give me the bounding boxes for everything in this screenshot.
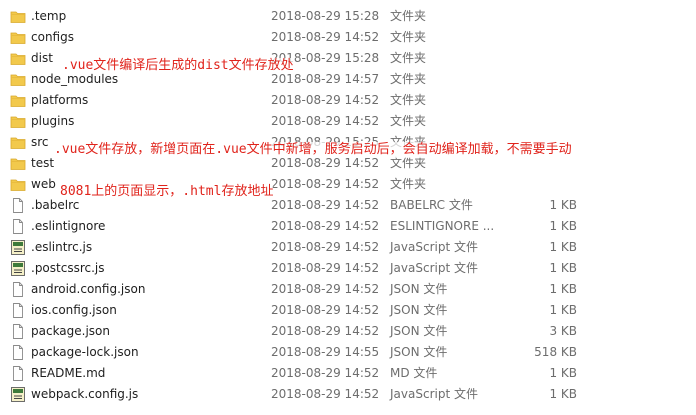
folder-icon — [10, 51, 26, 66]
file-type: 文件夹 — [390, 114, 427, 128]
file-date: 2018-08-29 14:52 — [271, 177, 380, 191]
js-file-icon — [10, 261, 26, 276]
file-icon — [10, 219, 26, 234]
file-icon — [10, 198, 26, 213]
annotation-web: 8081上的页面显示，.html存放地址 — [60, 184, 274, 200]
file-size: 1 KB — [549, 261, 577, 275]
file-name: webpack.config.js — [31, 387, 139, 401]
file-row[interactable]: configs 2018-08-29 14:52 文件夹 — [0, 27, 696, 48]
file-type: JSON 文件 — [390, 324, 448, 338]
file-date: 2018-08-29 14:52 — [271, 114, 380, 128]
file-date: 2018-08-29 14:52 — [271, 198, 380, 212]
folder-icon — [10, 177, 26, 192]
file-row[interactable]: ios.config.json 2018-08-29 14:52 JSON 文件 1 … — [0, 300, 696, 321]
file-name: src — [31, 135, 49, 149]
file-row[interactable]: README.md 2018-08-29 14:52 MD 文件 1 KB — [0, 363, 696, 384]
file-name: .eslintignore — [31, 219, 106, 233]
file-type: JSON 文件 — [390, 345, 448, 359]
file-name: .eslintrc.js — [31, 240, 93, 254]
file-type: 文件夹 — [390, 9, 427, 23]
file-date: 2018-08-29 14:52 — [271, 324, 380, 338]
folder-icon — [10, 72, 26, 87]
file-row[interactable]: .eslintrc.js 2018-08-29 14:52 JavaScript 文… — [0, 237, 696, 258]
file-type: 文件夹 — [390, 30, 427, 44]
folder-icon — [10, 9, 26, 24]
file-date: 2018-08-29 14:52 — [271, 93, 380, 107]
file-row[interactable]: .eslintignore 2018-08-29 14:52 ESLINTIGNOR… — [0, 216, 696, 237]
file-type: BABELRC 文件 — [390, 198, 473, 212]
annotation-src: .vue文件存放，新增页面在.vue文件中新增，服务启动后，会自动编译加载，不需… — [54, 142, 572, 158]
file-row[interactable]: android.config.json 2018-08-29 14:52 JSON … — [0, 279, 696, 300]
file-size: 1 KB — [549, 240, 577, 254]
file-name: .postcssrc.js — [31, 261, 105, 275]
file-name: platforms — [31, 93, 89, 107]
folder-icon — [10, 30, 26, 45]
file-icon — [10, 282, 26, 297]
file-size: 1 KB — [549, 303, 577, 317]
file-row[interactable]: plugins 2018-08-29 14:52 文件夹 — [0, 111, 696, 132]
file-name: test — [31, 156, 55, 170]
folder-icon — [10, 114, 26, 129]
file-name: package-lock.json — [31, 345, 139, 359]
file-name: dist — [31, 51, 53, 65]
file-name: package.json — [31, 324, 111, 338]
file-name: .temp — [31, 9, 67, 23]
file-row[interactable]: webpack.config.js 2018-08-29 14:52 JavaScr… — [0, 384, 696, 405]
file-date: 2018-08-29 14:52 — [271, 261, 380, 275]
file-type: JavaScript 文件 — [390, 261, 478, 275]
file-name: plugins — [31, 114, 75, 128]
folder-icon — [10, 156, 26, 171]
file-date: 2018-08-29 14:55 — [271, 345, 380, 359]
file-icon — [10, 303, 26, 318]
file-date: 2018-08-29 14:52 — [271, 303, 380, 317]
js-file-icon — [10, 387, 26, 402]
file-size: 1 KB — [549, 387, 577, 401]
file-type: ESLINTIGNORE ... — [390, 219, 495, 233]
file-date: 2018-08-29 14:52 — [271, 219, 380, 233]
file-name: android.config.json — [31, 282, 146, 296]
file-date: 2018-08-29 14:52 — [271, 282, 380, 296]
file-type: JSON 文件 — [390, 303, 448, 317]
file-name: web — [31, 177, 56, 191]
file-size: 1 KB — [549, 219, 577, 233]
js-file-icon — [10, 240, 26, 255]
file-type: 文件夹 — [390, 93, 427, 107]
folder-icon — [10, 93, 26, 108]
file-size: 3 KB — [549, 324, 577, 338]
file-type: MD 文件 — [390, 366, 438, 380]
file-type: JSON 文件 — [390, 282, 448, 296]
file-icon — [10, 345, 26, 360]
file-size: 518 KB — [534, 345, 577, 359]
file-date: 2018-08-29 14:52 — [271, 387, 380, 401]
file-name: configs — [31, 30, 74, 44]
file-type: 文件夹 — [390, 51, 427, 65]
file-icon — [10, 324, 26, 339]
file-row[interactable]: platforms 2018-08-29 14:52 文件夹 — [0, 90, 696, 111]
file-row[interactable]: .temp 2018-08-29 15:28 文件夹 — [0, 6, 696, 27]
file-name: ios.config.json — [31, 303, 117, 317]
file-date: 2018-08-29 15:28 — [271, 9, 380, 23]
annotation-dist: .vue文件编译后生成的dist文件存放处 — [62, 58, 294, 74]
folder-icon — [10, 135, 26, 150]
file-date: 2018-08-29 14:52 — [271, 30, 380, 44]
file-name: README.md — [31, 366, 106, 380]
file-size: 1 KB — [549, 366, 577, 380]
file-type: 文件夹 — [390, 177, 427, 191]
file-type: JavaScript 文件 — [390, 240, 478, 254]
file-type: 文件夹 — [390, 72, 427, 86]
file-row[interactable]: .postcssrc.js 2018-08-29 14:52 JavaScript … — [0, 258, 696, 279]
file-row[interactable]: package-lock.json 2018-08-29 14:55 JSON 文件… — [0, 342, 696, 363]
file-icon — [10, 366, 26, 381]
file-size: 1 KB — [549, 198, 577, 212]
file-size: 1 KB — [549, 282, 577, 296]
file-type: JavaScript 文件 — [390, 387, 478, 401]
file-date: 2018-08-29 14:52 — [271, 240, 380, 254]
file-row[interactable]: package.json 2018-08-29 14:52 JSON 文件 3 KB — [0, 321, 696, 342]
file-date: 2018-08-29 14:52 — [271, 366, 380, 380]
